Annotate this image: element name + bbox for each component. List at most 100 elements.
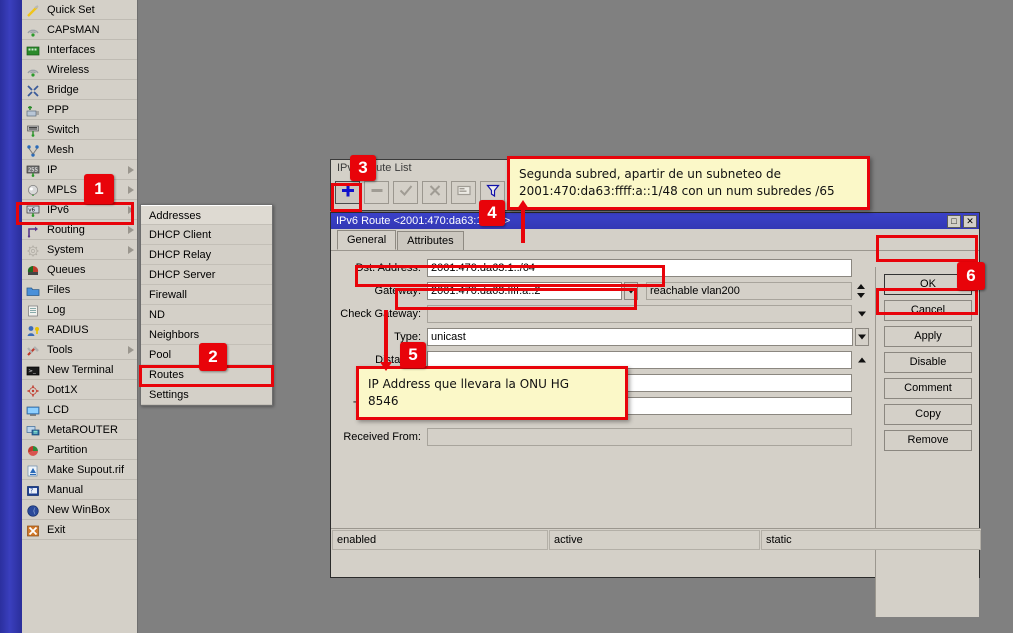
sidebar-item-manual[interactable]: ?Manual bbox=[22, 480, 137, 500]
sidebar-item-label: Wireless bbox=[47, 60, 89, 80]
sidebar-item-label: Interfaces bbox=[47, 40, 95, 60]
sidebar-item-label: Routing bbox=[47, 220, 85, 240]
sidebar-item-quick-set[interactable]: Quick Set bbox=[22, 0, 137, 20]
gateway-dropdown-button[interactable] bbox=[624, 282, 638, 300]
bridge-icon bbox=[26, 83, 41, 97]
lcd-icon bbox=[26, 403, 41, 417]
field-label-dst-address: Dst. Address: bbox=[331, 262, 427, 274]
field-input-type[interactable]: unicast bbox=[427, 328, 853, 346]
submenu-item-neighbors[interactable]: Neighbors bbox=[141, 325, 272, 345]
sidebar-item-radius[interactable]: RADIUS bbox=[22, 320, 137, 340]
field-row-check-gateway: Check Gateway: bbox=[331, 304, 877, 323]
field-label-type: Type: bbox=[331, 331, 427, 343]
route-dialog-tabs: GeneralAttributes bbox=[331, 229, 979, 250]
submenu-item-addresses[interactable]: Addresses bbox=[141, 205, 272, 225]
winbox-icon bbox=[26, 503, 41, 517]
submenu-item-dhcp-relay[interactable]: DHCP Relay bbox=[141, 245, 272, 265]
sidebar-item-label: Exit bbox=[47, 520, 65, 540]
sidebar-item-mesh[interactable]: Mesh bbox=[22, 140, 137, 160]
field-row-received-from: Received From: bbox=[331, 427, 877, 446]
chevron-down-icon bbox=[858, 334, 866, 339]
sidebar-item-queues[interactable]: Queues bbox=[22, 260, 137, 280]
sidebar-item-label: IPv6 bbox=[47, 200, 69, 220]
field-input-dst-address[interactable]: 2001:470:da63:1::/64 bbox=[427, 259, 852, 277]
sidebar-item-exit[interactable]: Exit bbox=[22, 520, 137, 540]
sidebar-item-bridge[interactable]: Bridge bbox=[22, 80, 137, 100]
comment-button[interactable]: Comment bbox=[884, 378, 972, 399]
copy-button[interactable]: Copy bbox=[884, 404, 972, 425]
submenu-item-firewall[interactable]: Firewall bbox=[141, 285, 272, 305]
sidebar-item-switch[interactable]: Switch bbox=[22, 120, 137, 140]
chevron-right-icon bbox=[128, 206, 134, 214]
exit-icon bbox=[26, 523, 41, 537]
sidebar-item-tools[interactable]: Tools bbox=[22, 340, 137, 360]
close-button[interactable]: ✕ bbox=[963, 215, 977, 228]
field-spacer bbox=[855, 428, 869, 446]
gateway-updown-spinner[interactable] bbox=[855, 282, 869, 300]
field-input-gateway[interactable]: 2001:470:da63:ffff:a::2 bbox=[427, 282, 622, 300]
sidebar-item-make-supout-rif[interactable]: Make Supout.rif bbox=[22, 460, 137, 480]
sidebar-item-capsman[interactable]: CAPsMAN bbox=[22, 20, 137, 40]
radius-icon bbox=[26, 323, 41, 337]
sidebar-item-routing[interactable]: Routing bbox=[22, 220, 137, 240]
sidebar-item-label: CAPsMAN bbox=[47, 20, 100, 40]
sidebar-item-label: Files bbox=[47, 280, 70, 300]
route-dialog-button-column: OKCancelApplyDisableCommentCopyRemove bbox=[875, 267, 979, 617]
add-button[interactable] bbox=[335, 181, 360, 204]
maximize-button[interactable]: □ bbox=[947, 215, 961, 228]
mpls-icon bbox=[26, 183, 41, 197]
annotation-badge-4: 4 bbox=[479, 200, 505, 226]
sidebar-item-ipv6[interactable]: v6 IPv6 bbox=[22, 200, 137, 220]
type-dropdown-button[interactable] bbox=[855, 328, 869, 346]
sidebar-item-dot1x[interactable]: Dot1X bbox=[22, 380, 137, 400]
disable-button[interactable]: Disable bbox=[884, 352, 972, 373]
status-cell-enabled: enabled bbox=[332, 530, 548, 550]
apply-button[interactable]: Apply bbox=[884, 326, 972, 347]
callout-1-arrow bbox=[521, 209, 525, 243]
sidebar-item-label: MPLS bbox=[47, 180, 77, 200]
chevron-right-icon bbox=[128, 186, 134, 194]
submenu-item-dhcp-client[interactable]: DHCP Client bbox=[141, 225, 272, 245]
tab-general[interactable]: General bbox=[337, 230, 396, 250]
wireless-icon bbox=[26, 63, 41, 77]
submenu-item-dhcp-server[interactable]: DHCP Server bbox=[141, 265, 272, 285]
sidebar-item-interfaces[interactable]: Interfaces bbox=[22, 40, 137, 60]
tab-attributes[interactable]: Attributes bbox=[397, 231, 463, 250]
remove-button[interactable]: Remove bbox=[884, 430, 972, 451]
sidebar-item-log[interactable]: Log bbox=[22, 300, 137, 320]
annotation-callout-1: Segunda subred, apartir de un subneteo d… bbox=[507, 156, 870, 210]
annotation-badge-1: 1 bbox=[84, 174, 114, 204]
ppp-icon bbox=[26, 103, 41, 117]
sidebar-item-wireless[interactable]: Wireless bbox=[22, 60, 137, 80]
sidebar-item-label: System bbox=[47, 240, 84, 260]
sidebar-item-metarouter[interactable]: MetaROUTER bbox=[22, 420, 137, 440]
sidebar-item-new-terminal[interactable]: >_New Terminal bbox=[22, 360, 137, 380]
chevron-right-icon bbox=[128, 246, 134, 254]
folder-icon bbox=[26, 283, 41, 297]
cancel-button[interactable]: Cancel bbox=[884, 300, 972, 321]
sidebar-item-files[interactable]: Files bbox=[22, 280, 137, 300]
sidebar-item-label: Dot1X bbox=[47, 380, 78, 400]
sidebar-item-system[interactable]: System bbox=[22, 240, 137, 260]
sidebar-item-ip[interactable]: 255IP bbox=[22, 160, 137, 180]
check-gateway-dropdown-button[interactable] bbox=[855, 305, 869, 323]
callout-line-2: 2001:470:da63:ffff:a::1/48 con un num su… bbox=[519, 183, 858, 200]
interfaces-icon bbox=[26, 43, 41, 57]
manual-icon: ? bbox=[26, 483, 41, 497]
sidebar-item-ppp[interactable]: PPP bbox=[22, 100, 137, 120]
submenu-item-nd[interactable]: ND bbox=[141, 305, 272, 325]
sidebar-item-lcd[interactable]: LCD bbox=[22, 400, 137, 420]
distance-spinner-up[interactable] bbox=[855, 351, 869, 369]
route-dialog-statusbar: enabledactivestatic bbox=[331, 528, 981, 550]
sidebar-item-label: Log bbox=[47, 300, 65, 320]
sidebar-item-partition[interactable]: Partition bbox=[22, 440, 137, 460]
callout-line-1: IP Address que llevara la ONU HG bbox=[368, 376, 616, 393]
submenu-item-settings[interactable]: Settings bbox=[141, 385, 272, 405]
sidebar-item-label: MetaROUTER bbox=[47, 420, 118, 440]
sidebar-item-mpls[interactable]: MPLS bbox=[22, 180, 137, 200]
log-icon bbox=[26, 303, 41, 317]
ipv6-icon: v6 bbox=[26, 203, 41, 217]
field-label-gateway: Gateway: bbox=[331, 285, 427, 297]
sidebar-item-new-winbox[interactable]: New WinBox bbox=[22, 500, 137, 520]
chevron-right-icon bbox=[128, 166, 134, 174]
